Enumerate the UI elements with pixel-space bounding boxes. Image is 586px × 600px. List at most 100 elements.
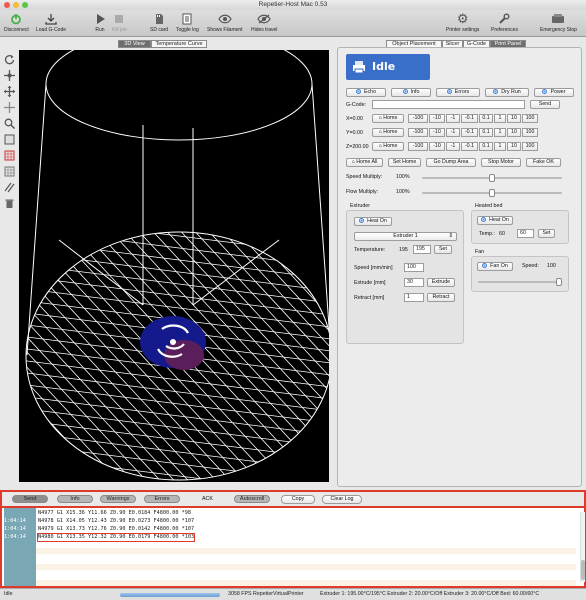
toggle-log-button[interactable]: Toggle log xyxy=(176,12,199,33)
errors-toggle[interactable]: Errors xyxy=(436,88,480,97)
extruder-select[interactable]: Extruder 1 ⇕ xyxy=(354,232,457,241)
jog-step-button[interactable]: 0.1 xyxy=(479,114,493,123)
sd-card-button[interactable]: SD card xyxy=(150,12,168,33)
log-view[interactable]: N4977 G1 X15.36 Y11.66 Z0.90 E0.0184 F48… xyxy=(0,508,586,588)
flow-multiply-slider[interactable] xyxy=(422,189,562,197)
axis-home-button[interactable]: ⌂ Home xyxy=(372,128,404,137)
fan-speed-knob[interactable] xyxy=(556,278,562,286)
jog-step-button[interactable]: 100 xyxy=(522,142,538,151)
log-autoscroll-toggle[interactable]: Autoscroll xyxy=(234,495,270,503)
log-filter-errors[interactable]: Errors xyxy=(144,495,180,503)
jog-step-button[interactable]: -10 xyxy=(429,114,445,123)
jog-step-button[interactable]: 100 xyxy=(522,114,538,123)
fake-ok-button[interactable]: Fake OK xyxy=(526,158,561,167)
log-scroll-thumb[interactable] xyxy=(581,560,585,580)
move-object-icon[interactable] xyxy=(3,100,16,114)
sd-card-icon xyxy=(150,12,168,25)
echo-toggle[interactable]: Echo xyxy=(346,88,386,97)
jog-step-button[interactable]: -10 xyxy=(429,128,445,137)
grid-view-icon[interactable] xyxy=(3,148,16,162)
bed-set-button[interactable]: Set xyxy=(538,229,555,238)
emergency-stop-button[interactable]: Emergency Stop xyxy=(540,12,577,33)
extrude-speed-input[interactable]: 100 xyxy=(404,263,424,272)
jog-step-button[interactable]: -100 xyxy=(408,142,428,151)
bed-heat-on-button[interactable]: Heat On xyxy=(477,216,513,225)
close-window-button[interactable] xyxy=(4,2,10,8)
set-home-button[interactable]: Set Home xyxy=(388,158,421,167)
fan-speed-slider[interactable] xyxy=(478,278,562,286)
bed-grid-line xyxy=(26,239,329,281)
jog-step-button[interactable]: 10 xyxy=(507,114,521,123)
trash-icon[interactable] xyxy=(3,196,16,210)
jog-step-button[interactable]: -1 xyxy=(446,142,460,151)
jog-step-button[interactable]: 1 xyxy=(494,114,506,123)
jog-step-button[interactable]: -1 xyxy=(446,114,460,123)
tab-temperature-curve[interactable]: Temperature Curve xyxy=(151,40,207,48)
disconnect-button[interactable]: Disconnect xyxy=(4,12,29,33)
status-text: Idle xyxy=(372,60,396,73)
jog-step-button[interactable]: 0.1 xyxy=(479,142,493,151)
log-filter-info[interactable]: Info xyxy=(57,495,93,503)
jog-step-button[interactable]: -0.1 xyxy=(461,142,478,151)
go-dump-area-button[interactable]: Go Dump Area xyxy=(426,158,476,167)
log-scrollbar[interactable] xyxy=(580,512,585,582)
jog-step-button[interactable]: -1 xyxy=(446,128,460,137)
speed-multiply-slider[interactable] xyxy=(422,174,562,182)
minimize-window-button[interactable] xyxy=(13,2,19,8)
dry-run-toggle[interactable]: Dry Run xyxy=(485,88,529,97)
jog-step-button[interactable]: 0.1 xyxy=(479,128,493,137)
rotate-icon[interactable] xyxy=(3,68,16,82)
jog-step-button[interactable]: 1 xyxy=(494,142,506,151)
axis-home-button[interactable]: ⌂ Home xyxy=(372,142,404,151)
extruder-set-button[interactable]: Set xyxy=(434,245,452,254)
extruder-temp-input[interactable]: 195 xyxy=(413,245,431,254)
retract-button[interactable]: Retract xyxy=(427,293,455,302)
info-toggle[interactable]: Info xyxy=(391,88,431,97)
jog-step-button[interactable]: -0.1 xyxy=(461,128,478,137)
extrude-button[interactable]: Extrude xyxy=(427,278,455,287)
gcode-input[interactable] xyxy=(372,100,525,109)
axis-home-button[interactable]: ⌂ Home xyxy=(372,114,404,123)
fan-on-button[interactable]: Fan On xyxy=(477,262,513,271)
run-button[interactable]: Run xyxy=(94,12,106,33)
jog-step-button[interactable]: 10 xyxy=(507,128,521,137)
jog-step-button[interactable]: 1 xyxy=(494,128,506,137)
log-copy-button[interactable]: Copy xyxy=(281,495,315,504)
jog-step-button[interactable]: -100 xyxy=(408,114,428,123)
log-filter-ack[interactable]: ACK xyxy=(202,496,213,502)
extrude-length-input[interactable]: 30 xyxy=(404,278,424,287)
move-icon[interactable] xyxy=(3,84,16,98)
3d-viewport[interactable] xyxy=(19,50,329,482)
jog-step-button[interactable]: -0.1 xyxy=(461,114,478,123)
log-filter-send[interactable]: Send xyxy=(12,495,48,503)
load-gcode-button[interactable]: Load G-Code xyxy=(36,12,66,33)
stop-motor-button[interactable]: Stop Motor xyxy=(481,158,521,167)
jog-step-button[interactable]: -100 xyxy=(408,128,428,137)
retract-length-input[interactable]: 1 xyxy=(404,293,424,302)
jog-step-button[interactable]: -10 xyxy=(429,142,445,151)
bed-temp-input[interactable]: 60 xyxy=(517,229,534,238)
log-clear-button[interactable]: Clear Log xyxy=(322,495,362,504)
kill-job-button[interactable]: Kill job xyxy=(112,12,127,33)
power-toggle[interactable]: Power xyxy=(534,88,574,97)
reset-view-icon[interactable] xyxy=(3,52,16,66)
shows-filament-button[interactable]: Shows Filament xyxy=(207,12,243,33)
send-gcode-button[interactable]: Send xyxy=(530,100,560,109)
flow-multiply-knob[interactable] xyxy=(489,189,495,197)
front-view-icon[interactable] xyxy=(3,132,16,146)
extruder-temp-label: Temperature: xyxy=(354,247,386,253)
jog-step-button[interactable]: 100 xyxy=(522,128,538,137)
speed-multiply-knob[interactable] xyxy=(489,174,495,182)
tab-3d-view[interactable]: 3D View xyxy=(118,40,151,48)
preferences-button[interactable]: Preferences xyxy=(491,12,518,33)
log-filter-warnings[interactable]: Warnings xyxy=(100,495,136,503)
zoom-icon[interactable] xyxy=(3,116,16,130)
parallel-lines-icon[interactable] xyxy=(3,180,16,194)
zoom-window-button[interactable] xyxy=(22,2,28,8)
grid-icon[interactable] xyxy=(3,164,16,178)
printer-settings-button[interactable]: ⚙ Printer settings xyxy=(446,11,479,34)
extruder-heat-on-button[interactable]: Heat On xyxy=(354,217,392,226)
home-all-button[interactable]: ⌂ Home All xyxy=(346,158,383,167)
jog-step-button[interactable]: 10 xyxy=(507,142,521,151)
hides-travel-button[interactable]: Hides travel xyxy=(251,12,277,33)
